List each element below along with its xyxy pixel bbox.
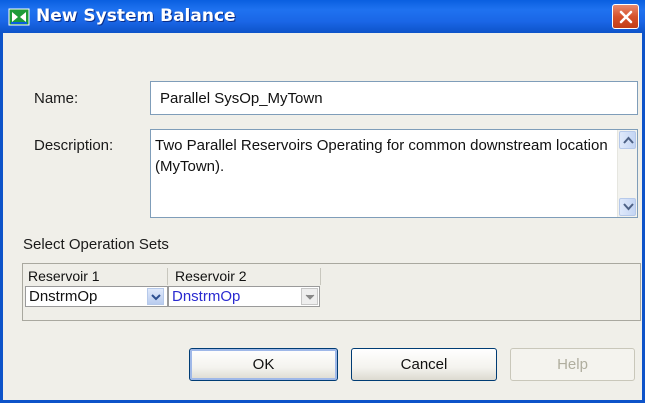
operation-sets-table: Reservoir 1 Reservoir 2 DnstrmOp DnstrmO…	[22, 263, 641, 321]
close-button[interactable]	[612, 4, 639, 29]
description-value: Two Parallel Reservoirs Operating for co…	[155, 137, 608, 175]
title-bar[interactable]: New System Balance	[0, 0, 645, 33]
scroll-down-button[interactable]	[619, 198, 636, 216]
chevron-down-icon	[305, 294, 315, 300]
reservoir-1-select[interactable]: DnstrmOp	[25, 286, 168, 307]
reservoir-2-value: DnstrmOp	[172, 288, 241, 305]
reservoir-1-value: DnstrmOp	[29, 288, 98, 305]
help-button[interactable]: Help	[510, 348, 635, 381]
system-balance-icon	[8, 7, 30, 27]
chevron-down-icon	[623, 203, 634, 211]
name-label: Name:	[34, 90, 79, 107]
scroll-up-button[interactable]	[619, 131, 636, 149]
name-field[interactable]: Parallel SysOp_MyTown	[150, 81, 638, 115]
column-divider	[167, 268, 168, 285]
operation-sets-label: Select Operation Sets	[23, 236, 169, 253]
reservoir-2-select[interactable]: DnstrmOp	[168, 286, 320, 307]
reservoir-1-dropdown-button[interactable]	[147, 288, 164, 305]
description-label: Description:	[34, 137, 114, 154]
ok-button[interactable]: OK	[189, 348, 338, 381]
name-value: Parallel SysOp_MyTown	[160, 90, 323, 107]
close-icon	[619, 10, 633, 24]
description-scrollbar[interactable]	[617, 130, 637, 217]
window-title: New System Balance	[36, 6, 236, 26]
description-field[interactable]: Two Parallel Reservoirs Operating for co…	[150, 129, 638, 218]
column-divider	[320, 268, 321, 285]
cancel-button[interactable]: Cancel	[351, 348, 497, 381]
chevron-up-icon	[623, 136, 634, 144]
column-header-reservoir-2: Reservoir 2	[175, 268, 247, 284]
dialog-window: New System Balance Name: Parallel SysOp_…	[0, 0, 645, 403]
chevron-down-icon	[151, 294, 161, 301]
column-header-reservoir-1: Reservoir 1	[28, 268, 100, 284]
reservoir-2-dropdown-button[interactable]	[301, 288, 318, 305]
